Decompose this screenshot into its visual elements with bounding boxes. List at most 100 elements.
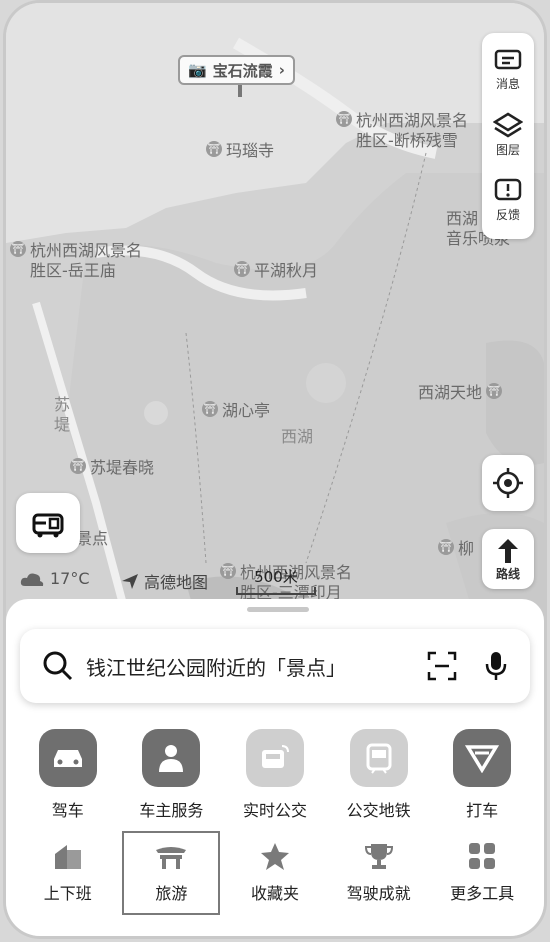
map-view[interactable]: 📷 宝石流霞 › ⛩ 玛瑙寺 ⛩ 平湖秋月 ⛩ 湖心亭 ⛩ 苏堤春晓 西湖天地 … bbox=[6, 3, 544, 653]
scale-label: 500米 bbox=[254, 568, 298, 586]
realtime-bus-icon bbox=[245, 729, 304, 787]
search-bar[interactable]: 钱江世纪公园附近的「景点」 bbox=[20, 629, 530, 703]
poi-pinghu-qiuyue[interactable]: ⛩ 平湖秋月 bbox=[234, 257, 318, 281]
tab-more-tools[interactable]: 更多工具 bbox=[433, 831, 531, 915]
poi-huxinting[interactable]: ⛩ 湖心亭 bbox=[202, 397, 270, 421]
amap-logo-icon bbox=[122, 574, 138, 589]
grid-icon bbox=[469, 843, 496, 869]
locate-icon bbox=[493, 468, 523, 498]
tab-label: 旅游 bbox=[155, 884, 188, 903]
poi-label: 湖心亭 bbox=[222, 401, 271, 420]
car-icon bbox=[38, 729, 97, 787]
search-placeholder: 钱江世纪公园附近的「景点」 bbox=[86, 655, 346, 680]
commute-icon bbox=[54, 845, 81, 869]
shortcut-tabs: 上下班 旅游 收藏夹 驾驶成就 更多工具 bbox=[6, 831, 544, 915]
tab-travel[interactable]: 旅游 bbox=[122, 831, 221, 915]
brand-text: 高德地图 bbox=[144, 573, 209, 592]
amap-brand: 高德地图 bbox=[120, 569, 208, 593]
poi-tag-stem bbox=[238, 85, 242, 97]
temple-icon: ⛩ bbox=[70, 458, 86, 474]
weather-info: 17°C bbox=[20, 569, 90, 588]
action-label: 公交地铁 bbox=[346, 801, 411, 820]
poi-sudi-chunxiao[interactable]: ⛩ 苏堤春晓 bbox=[70, 454, 154, 478]
lake-label: 西湖 bbox=[281, 427, 314, 446]
temple-icon: ⛩ bbox=[206, 141, 222, 157]
temple-icon: ⛩ bbox=[336, 111, 352, 127]
tab-label: 驾驶成就 bbox=[346, 884, 411, 903]
poi-label: 苏堤春晓 bbox=[90, 458, 155, 477]
poi-duanqiao[interactable]: ⛩ 杭州西湖风景名 胜区-断桥残雪 bbox=[336, 111, 468, 151]
layers-button[interactable]: 图层 bbox=[493, 111, 523, 158]
poi-label: 景点 bbox=[76, 529, 109, 548]
scale-bar bbox=[236, 587, 316, 595]
temple-icon: ⛩ bbox=[234, 261, 250, 277]
poi-label-line1: 杭州西湖风景名 bbox=[30, 241, 143, 260]
route-button[interactable]: 路线 bbox=[482, 529, 534, 589]
bottom-sheet: 钱江世纪公园附近的「景点」 驾车 车主服务 实时公交 公交地铁 打车 上下班 旅… bbox=[6, 599, 544, 936]
camera-icon: 📷 bbox=[188, 61, 207, 79]
poi-label-line1: 杭州西湖风景名 bbox=[356, 111, 469, 130]
app-frame: 📷 宝石流霞 › ⛩ 玛瑙寺 ⛩ 平湖秋月 ⛩ 湖心亭 ⛩ 苏堤春晓 西湖天地 … bbox=[6, 3, 544, 936]
scan-icon[interactable] bbox=[426, 650, 458, 682]
poi-label: 柳 bbox=[458, 539, 475, 558]
temple-icon: ⛩ bbox=[202, 401, 218, 417]
feedback-label: 反馈 bbox=[495, 208, 520, 223]
route-label: 路线 bbox=[495, 566, 520, 581]
feedback-icon bbox=[494, 178, 522, 201]
poi-label: 平湖秋月 bbox=[254, 261, 319, 280]
action-owner-service[interactable]: 车主服务 bbox=[121, 729, 221, 821]
poi-jingdian[interactable]: 景点 bbox=[76, 525, 108, 549]
driver-service-icon bbox=[142, 729, 201, 787]
messages-label: 消息 bbox=[495, 76, 520, 91]
action-realtime-bus[interactable]: 实时公交 bbox=[225, 729, 325, 821]
star-icon bbox=[260, 843, 289, 870]
locate-button[interactable] bbox=[482, 455, 534, 511]
poi-yuewang-temple[interactable]: ⛩ 杭州西湖风景名 胜区-岳王庙 bbox=[10, 241, 142, 281]
poi-xihu-tiandi[interactable]: 西湖天地 ⛩ bbox=[418, 379, 503, 403]
tab-label: 上下班 bbox=[43, 884, 92, 903]
feedback-button[interactable]: 反馈 bbox=[494, 178, 522, 223]
car-outline-icon bbox=[32, 513, 64, 538]
tab-favorites[interactable]: 收藏夹 bbox=[226, 831, 324, 915]
message-icon bbox=[494, 49, 522, 70]
poi-label: 西湖天地 bbox=[418, 383, 483, 402]
tab-label: 收藏夹 bbox=[250, 884, 299, 903]
layers-label: 图层 bbox=[495, 143, 520, 158]
poi-tag-label: 宝石流霞 bbox=[212, 61, 273, 80]
poi-manao-temple[interactable]: ⛩ 玛瑙寺 bbox=[206, 137, 274, 161]
travel-icon bbox=[156, 847, 187, 869]
sheet-handle[interactable] bbox=[247, 607, 309, 612]
tab-driving-achievements[interactable]: 驾驶成就 bbox=[330, 831, 428, 915]
tab-commute[interactable]: 上下班 bbox=[19, 831, 117, 915]
messages-button[interactable]: 消息 bbox=[494, 49, 522, 92]
microphone-icon[interactable] bbox=[484, 650, 508, 682]
action-drive[interactable]: 驾车 bbox=[18, 729, 118, 821]
temple-icon: ⛩ bbox=[438, 539, 454, 555]
temple-icon: ⛩ bbox=[486, 383, 503, 399]
poi-label-line2: 胜区-岳王庙 bbox=[30, 261, 116, 280]
taxi-icon bbox=[453, 729, 512, 787]
sudi-label: 苏 堤 bbox=[54, 395, 71, 434]
poi-liu[interactable]: ⛩ 柳 bbox=[438, 535, 474, 559]
chevron-right-icon: › bbox=[278, 61, 285, 79]
action-label: 打车 bbox=[466, 801, 499, 820]
action-label: 实时公交 bbox=[242, 801, 307, 820]
layers-icon bbox=[493, 113, 523, 138]
trophy-icon bbox=[364, 844, 393, 869]
quick-actions: 驾车 车主服务 实时公交 公交地铁 打车 bbox=[6, 729, 544, 821]
action-label: 驾车 bbox=[51, 801, 84, 820]
action-label: 车主服务 bbox=[139, 801, 204, 820]
poi-label-line2: 胜区-断桥残雪 bbox=[356, 131, 458, 150]
action-metro[interactable]: 公交地铁 bbox=[329, 729, 429, 821]
route-arrow-icon bbox=[498, 538, 518, 563]
poi-tag-baoshiliuxia[interactable]: 📷 宝石流霞 › bbox=[178, 55, 295, 85]
temperature-text: 17°C bbox=[50, 569, 90, 588]
temple-icon: ⛩ bbox=[10, 241, 26, 257]
tab-label: 更多工具 bbox=[450, 884, 515, 903]
cloud-icon bbox=[20, 573, 44, 586]
action-taxi[interactable]: 打车 bbox=[432, 729, 532, 821]
metro-icon bbox=[349, 729, 408, 787]
car-mode-button[interactable] bbox=[16, 493, 80, 553]
map-tool-panel: 消息 图层 反馈 bbox=[482, 33, 534, 239]
search-icon bbox=[43, 651, 73, 681]
